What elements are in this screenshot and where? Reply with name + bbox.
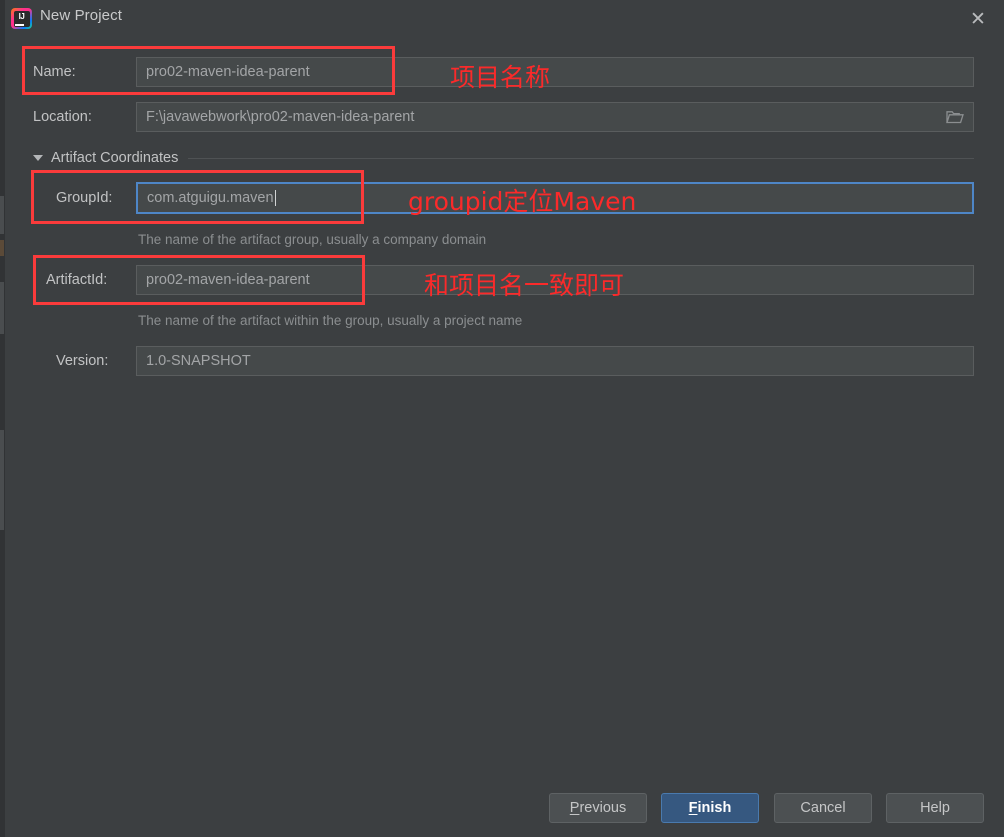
artifactid-label: ArtifactId:	[46, 272, 108, 288]
finish-mnemonic: F	[688, 800, 698, 816]
background-window-mark	[0, 196, 4, 234]
background-window-mark	[0, 240, 4, 256]
finish-label: Finish	[689, 800, 732, 816]
background-window-mark	[0, 430, 4, 530]
triangle-down-icon[interactable]	[33, 155, 43, 161]
version-label: Version:	[56, 353, 109, 369]
text-caret	[274, 190, 276, 206]
section-divider	[188, 157, 974, 159]
previous-button[interactable]: Previous	[549, 793, 647, 823]
background-window-mark	[0, 282, 4, 334]
previous-label: Previous	[570, 800, 626, 816]
previous-rest: revious	[579, 800, 627, 816]
dialog-title: New Project	[40, 7, 122, 24]
close-icon[interactable]: ✕	[965, 6, 991, 32]
groupid-label: GroupId:	[56, 190, 113, 206]
logo-underbar	[15, 23, 24, 26]
artifactid-hint: The name of the artifact within the grou…	[138, 313, 523, 328]
background-window-edge	[0, 0, 5, 837]
cancel-button[interactable]: Cancel	[774, 793, 872, 823]
groupid-hint: The name of the artifact group, usually …	[138, 232, 487, 247]
name-input[interactable]: pro02-maven-idea-parent	[136, 57, 974, 87]
annotation-text-artifactid: 和项目名一致即可	[424, 271, 625, 300]
annotation-text-groupid: groupid定位Maven	[408, 187, 637, 216]
section-title: Artifact Coordinates	[51, 150, 179, 166]
help-button[interactable]: Help	[886, 793, 984, 823]
finish-rest: inish	[697, 800, 732, 816]
dialog-titlebar: IJ New Project ✕	[0, 0, 1004, 44]
intellij-idea-logo-icon: IJ	[11, 8, 32, 29]
previous-mnemonic: P	[569, 800, 580, 816]
name-label: Name:	[33, 64, 76, 80]
groupid-value: com.atguigu.maven	[147, 190, 274, 206]
location-value: F:\javawebwork\pro02-maven-idea-parent	[146, 109, 415, 125]
version-input[interactable]: 1.0-SNAPSHOT	[136, 346, 974, 376]
location-input[interactable]: F:\javawebwork\pro02-maven-idea-parent	[136, 102, 974, 132]
finish-button[interactable]: Finish	[661, 793, 759, 823]
folder-icon[interactable]	[939, 105, 971, 129]
artifact-coordinates-section-header[interactable]: Artifact Coordinates	[33, 148, 974, 168]
annotation-text-name: 项目名称	[450, 63, 551, 92]
location-label: Location:	[33, 109, 92, 125]
